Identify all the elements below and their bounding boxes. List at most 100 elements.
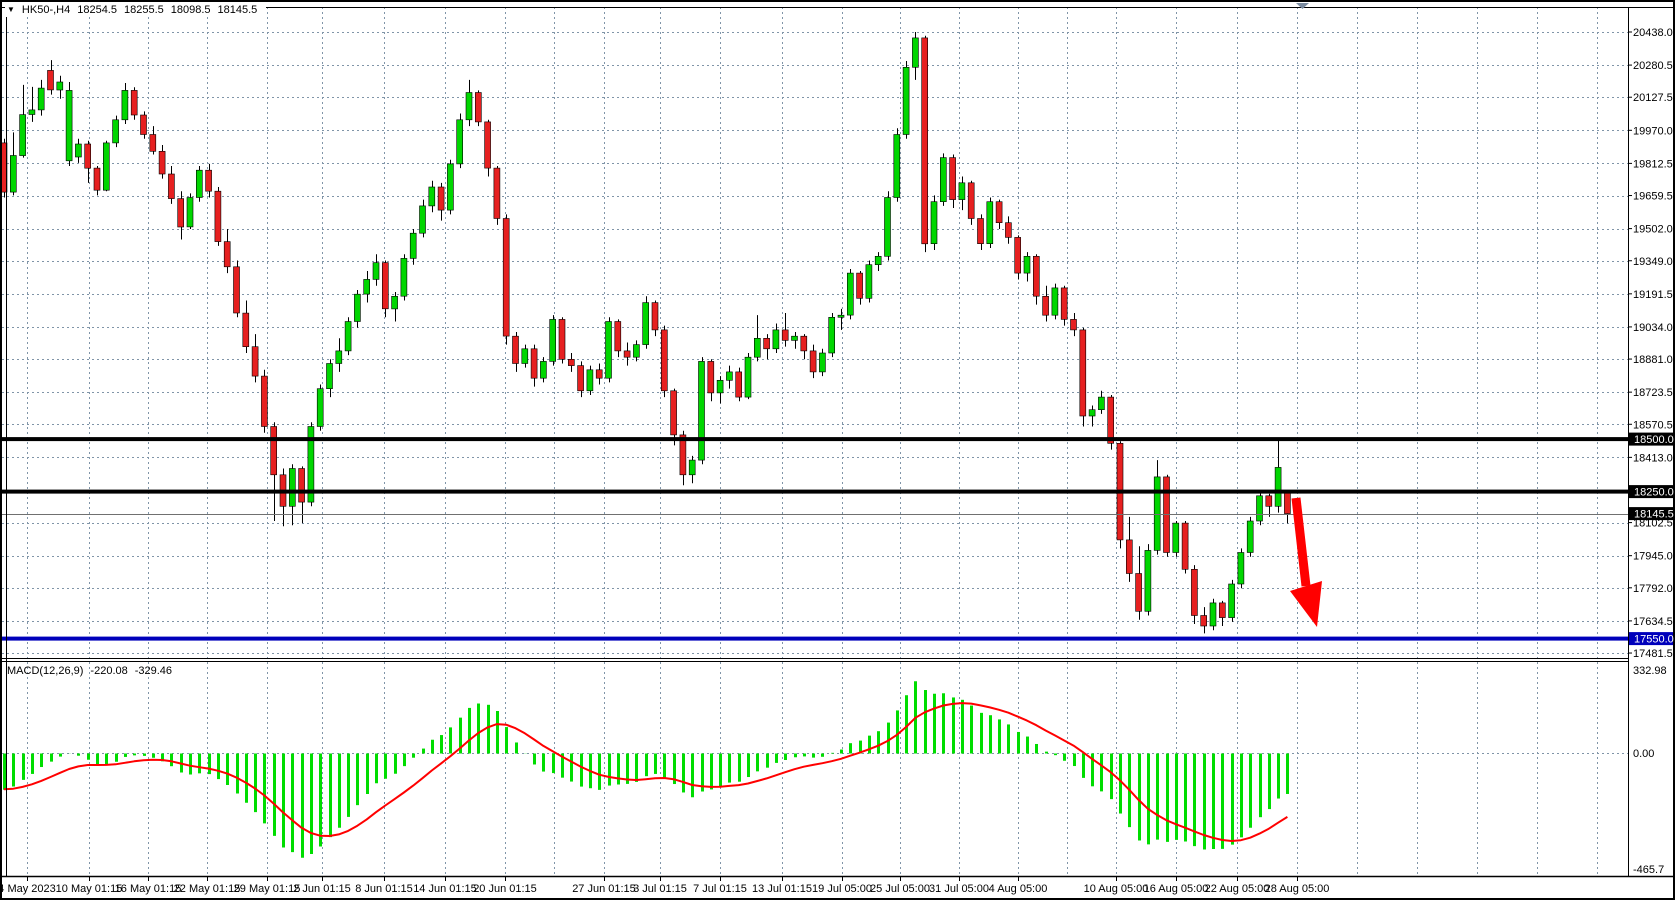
axis-tick-label: 25 Jul 05:00 — [870, 883, 930, 895]
candle-body-up — [1257, 496, 1263, 521]
candle-body-down — [141, 115, 147, 135]
candle-body-down — [178, 199, 184, 227]
candle-body-down — [168, 174, 174, 199]
candle-body-up — [354, 294, 360, 321]
candle-body-down — [922, 38, 928, 244]
candle-body-up — [345, 322, 351, 351]
axis-tick-label: 18413.0 — [1633, 452, 1673, 464]
trend-arrow[interactable] — [1290, 498, 1322, 627]
macd-main-value: -220.08 — [90, 665, 127, 677]
candle-body-down — [503, 219, 509, 337]
candle-body-down — [150, 135, 156, 152]
axis-tick-label: 0.00 — [1633, 748, 1654, 760]
candle-body-up — [66, 90, 72, 160]
candle-body-down — [531, 349, 537, 378]
candle-body-up — [773, 330, 779, 349]
candle-body-down — [513, 336, 519, 363]
ohlc-high-value: 18255.5 — [124, 4, 164, 16]
candle-body-up — [10, 156, 16, 193]
axis-tick-label: 18250.0 — [1634, 487, 1674, 499]
ohlc-open-value: 18254.5 — [77, 4, 117, 16]
candle-body-up — [1089, 410, 1095, 416]
candle-body-up — [959, 183, 965, 200]
level-line-17550[interactable] — [2, 637, 1628, 641]
candle-body-down — [1201, 616, 1207, 627]
candle-body-up — [410, 233, 416, 258]
level-line-18500[interactable] — [2, 437, 1628, 441]
candle-body-down — [950, 158, 956, 200]
candle-body-down — [968, 183, 974, 219]
axis-tick-label: 20438.0 — [1633, 27, 1673, 39]
chart-frame — [1, 1, 1674, 899]
axis-tick-label: 2 Jun 01:15 — [293, 883, 351, 895]
axis-tick-label: 29 May 01:15 — [234, 883, 301, 895]
axis-tick-label: 20127.5 — [1633, 92, 1673, 104]
candle-body-up — [699, 361, 705, 460]
candle-body-up — [392, 296, 398, 309]
axis-tick-label: 19812.5 — [1633, 158, 1673, 170]
axis-tick-label: 19034.0 — [1633, 322, 1673, 334]
candle-body-up — [726, 372, 732, 380]
candlestick-chart[interactable]: 20438.020280.520127.519970.019812.519659… — [0, 0, 1675, 900]
candle-body-up — [1052, 288, 1058, 315]
symbol-info-bar: ▼HK50-,H418254.518255.518098.518145.5 — [5, 4, 266, 17]
candle-body-down — [159, 151, 165, 174]
axis-tick-label: 8 Jun 01:15 — [355, 883, 413, 895]
axis-tick-label: 18881.0 — [1633, 354, 1673, 366]
candle-body-up — [457, 120, 463, 164]
candle-body-down — [1136, 574, 1142, 612]
candle-body-up — [20, 115, 26, 156]
candle-body-up — [717, 380, 723, 393]
candle-body-down — [764, 338, 770, 349]
candle-body-up — [57, 82, 63, 90]
candle-body-up — [633, 345, 639, 358]
candle-body-down — [234, 267, 240, 313]
candle-body-down — [978, 219, 984, 244]
axis-tick-label: 18570.5 — [1633, 419, 1673, 431]
candle-body-down — [1284, 491, 1290, 514]
candle-body-down — [438, 187, 444, 210]
candle-body-up — [875, 256, 881, 264]
macd-name-label: MACD(12,26,9) — [7, 665, 83, 677]
candle-body-down — [559, 319, 565, 359]
candle-body-up — [894, 135, 900, 198]
candle-body-up — [540, 361, 546, 378]
price-axis[interactable]: 20438.020280.520127.519970.019812.519659… — [1628, 27, 1674, 660]
candle-body-up — [447, 164, 453, 210]
level-lines[interactable] — [2, 437, 1628, 640]
candle-body-down — [615, 322, 621, 351]
axis-tick-label: 18145.5 — [1634, 509, 1674, 521]
time-axis[interactable]: 4 May 202310 May 01:1516 May 01:1522 May… — [0, 876, 1329, 895]
axis-tick-label: 10 May 01:15 — [56, 883, 123, 895]
axis-tick-label: 13 Jul 01:15 — [752, 883, 812, 895]
candle-body-up — [401, 258, 407, 296]
candle-body-up — [829, 317, 835, 353]
level-line-18250[interactable] — [2, 490, 1628, 494]
macd-signal-value: -329.46 — [135, 665, 172, 677]
axis-tick-label: 20 Jun 01:15 — [473, 883, 537, 895]
symbol-dropdown-icon[interactable]: ▼ — [7, 5, 15, 14]
candle-body-up — [643, 303, 649, 345]
axis-tick-label: 17481.5 — [1633, 648, 1673, 660]
axis-tick-label: 19349.0 — [1633, 256, 1673, 268]
candle-body-up — [29, 110, 35, 115]
candle-body-down — [661, 330, 667, 391]
axis-tick-label: 27 Jun 01:15 — [572, 883, 636, 895]
macd-axis[interactable]: 332.980.00-465.7 — [1633, 665, 1667, 876]
trading-chart-window: { "header": { "dropdown_icon": "▼", "sym… — [0, 0, 1675, 900]
grid-lines — [2, 7, 1628, 876]
axis-tick-label: 20280.5 — [1633, 60, 1673, 72]
candle-body-down — [652, 303, 658, 330]
candle-body-down — [215, 191, 221, 241]
axis-tick-label: 10 Aug 05:00 — [1084, 883, 1149, 895]
candle-body-down — [48, 70, 54, 90]
candle-body-up — [1145, 550, 1151, 611]
candle-body-up — [103, 143, 109, 190]
candle-body-up — [847, 273, 853, 315]
axis-tick-label: 17792.0 — [1633, 583, 1673, 595]
candle-body-down — [206, 170, 212, 191]
candle-body-up — [550, 319, 556, 361]
candle-body-up — [745, 357, 751, 397]
axis-tick-label: 19970.0 — [1633, 125, 1673, 137]
candle-body-down — [1033, 256, 1039, 296]
